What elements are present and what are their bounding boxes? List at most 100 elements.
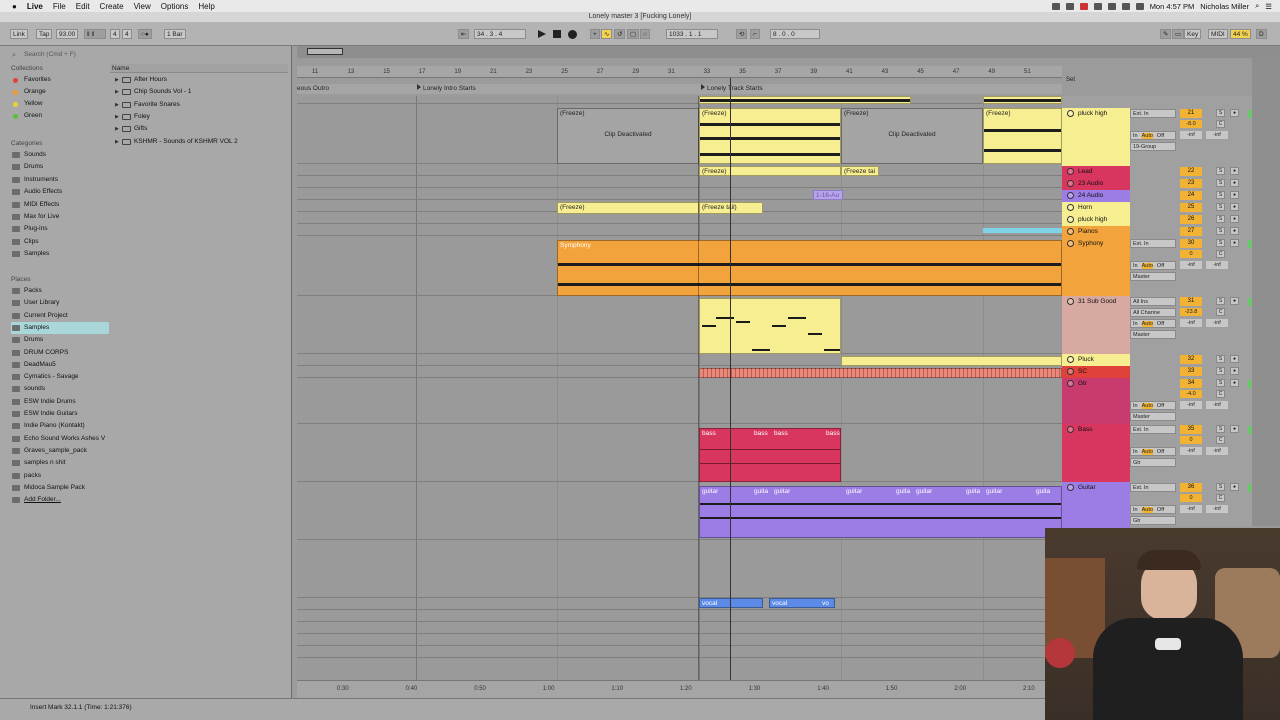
track-activator[interactable]: 22	[1180, 167, 1202, 176]
volume-field[interactable]: -4.0	[1180, 390, 1202, 398]
input-type-select[interactable]: Ext. In	[1130, 425, 1176, 434]
input-type-select[interactable]: Ext. In	[1130, 239, 1176, 248]
pan-knob[interactable]: C	[1216, 390, 1225, 398]
output-routing-select[interactable]: 19-Group	[1130, 142, 1176, 151]
loop-length-field[interactable]: 8 . 0 . 0	[770, 29, 820, 39]
automation-arm-button[interactable]: ∿	[601, 29, 613, 39]
arm-button[interactable]: ●	[1230, 355, 1239, 363]
output-routing-select[interactable]: Master	[1130, 330, 1176, 339]
track-activator[interactable]: 24	[1180, 191, 1202, 200]
fold-button-icon[interactable]	[1067, 180, 1074, 187]
send-level[interactable]: -inf	[1180, 447, 1202, 455]
input-type-select[interactable]: Ext. In	[1130, 483, 1176, 492]
category-sounds[interactable]: Sounds	[11, 149, 109, 161]
monitor-off[interactable]: Off	[1157, 403, 1164, 409]
fold-button-icon[interactable]	[1067, 426, 1074, 433]
pan-knob[interactable]: C	[1216, 308, 1225, 316]
menu-options[interactable]: Options	[156, 2, 194, 11]
track-header[interactable]: Pianos	[1062, 226, 1130, 238]
clip-guitar[interactable]: guitar guita guitar guitar guita guitar …	[699, 486, 1062, 538]
loop-start-field[interactable]: 1033 . 1 . 1	[666, 29, 718, 39]
track-header[interactable]: pluck high	[1062, 214, 1130, 226]
place-item[interactable]: samples n shit	[11, 457, 109, 469]
clip-deactivated-1[interactable]: (Freeze) Clip Deactivated	[557, 108, 699, 164]
disclosure-triangle-icon[interactable]: ▶	[115, 123, 119, 135]
track-name[interactable]: 23 Audio	[1078, 180, 1103, 187]
track-activator[interactable]: 36	[1180, 483, 1202, 492]
monitor-auto[interactable]: Auto	[1141, 449, 1153, 455]
solo-button[interactable]: S	[1216, 109, 1225, 117]
locator-intro[interactable]: Lonely Intro Starts	[417, 84, 476, 94]
track-header[interactable]: Pluck	[1062, 354, 1130, 366]
track-header[interactable]: SC	[1062, 366, 1130, 378]
track-name[interactable]: Lead	[1078, 168, 1092, 175]
place-item[interactable]: Add Folder...	[11, 494, 109, 506]
fold-button-icon[interactable]	[1067, 380, 1074, 387]
monitor-in[interactable]: In	[1133, 449, 1138, 455]
track-activator[interactable]: 30	[1180, 239, 1202, 248]
midi-map-button[interactable]: MIDI	[1208, 29, 1228, 39]
clip-freeze-1[interactable]: (Freeze)	[699, 108, 841, 164]
place-item[interactable]: User Library	[11, 297, 109, 309]
volume-field[interactable]: 0	[1180, 250, 1202, 258]
session-record-button[interactable]: ○	[640, 29, 650, 39]
pan-knob[interactable]: C	[1216, 120, 1225, 128]
disclosure-triangle-icon[interactable]: ▶	[115, 111, 119, 123]
monitor-auto[interactable]: Auto	[1141, 321, 1153, 327]
place-item[interactable]: ESW Indie Drums	[11, 396, 109, 408]
category-audio-effects[interactable]: Audio Effects	[11, 186, 109, 198]
menu-file[interactable]: File	[48, 2, 71, 11]
pan-knob[interactable]: C	[1216, 436, 1225, 444]
solo-button[interactable]: S	[1216, 483, 1225, 491]
place-item[interactable]: ESW Indie Guitars	[11, 408, 109, 420]
fold-button-icon[interactable]	[1067, 192, 1074, 199]
track-header[interactable]: pluck high	[1062, 108, 1130, 170]
arrangement-overview[interactable]	[297, 46, 1280, 58]
solo-button[interactable]: S	[1216, 425, 1225, 433]
monitor-off[interactable]: Off	[1157, 263, 1164, 269]
track-header[interactable]: Lead	[1062, 166, 1130, 178]
app-icon[interactable]	[1093, 2, 1102, 10]
place-item[interactable]: DRUM CORPS	[11, 347, 109, 359]
notification-icon[interactable]: ☰	[1265, 2, 1272, 11]
menu-view[interactable]: View	[129, 2, 156, 11]
clip-symphony[interactable]: Symphony	[557, 240, 1062, 296]
scroll-column[interactable]	[1252, 58, 1280, 526]
capture-button[interactable]: ▢	[627, 29, 640, 39]
tempo-field[interactable]: 93.00	[56, 29, 79, 39]
monitor-in[interactable]: In	[1133, 507, 1138, 513]
place-item[interactable]: packs	[11, 470, 109, 482]
place-item[interactable]: Samples	[11, 321, 109, 334]
input-channel-select[interactable]: All Channe	[1130, 308, 1176, 317]
quantize-menu[interactable]: 1 Bar	[164, 29, 186, 39]
browser-folder-item[interactable]: ▶ After Hours	[112, 74, 288, 86]
follow-button[interactable]: ⇤	[458, 29, 470, 39]
monitor-off[interactable]: Off	[1157, 507, 1164, 513]
track-activator[interactable]: 35	[1180, 425, 1202, 434]
monitor-off[interactable]: Off	[1157, 133, 1164, 139]
clip-sub-good-midi[interactable]	[699, 298, 841, 354]
bluetooth-icon[interactable]	[1107, 2, 1116, 10]
key-map-button[interactable]: Key	[1184, 29, 1202, 39]
collection-yellow[interactable]: Yellow	[11, 98, 109, 110]
solo-button[interactable]: S	[1216, 297, 1225, 305]
tap-tempo-button[interactable]: Tap	[36, 29, 53, 39]
fold-button-icon[interactable]	[1067, 240, 1074, 247]
arm-button[interactable]: ●	[1230, 203, 1239, 211]
track-name[interactable]: pluck high	[1078, 216, 1107, 223]
track-name[interactable]: SC	[1078, 368, 1087, 375]
arm-button[interactable]: ●	[1230, 227, 1239, 235]
monitor-in[interactable]: In	[1133, 321, 1138, 327]
record-icon[interactable]	[1079, 2, 1088, 10]
volume-field[interactable]: 0	[1180, 494, 1202, 502]
track-header[interactable]: Horn	[1062, 202, 1130, 214]
solo-button[interactable]: S	[1216, 167, 1225, 175]
spotlight-icon[interactable]: ⌕	[1255, 1, 1259, 11]
locator-outro[interactable]: eous Outro	[297, 84, 329, 94]
clip-pluck[interactable]	[841, 356, 1062, 366]
disclosure-triangle-icon[interactable]: ▶	[115, 86, 119, 98]
solo-button[interactable]: S	[1216, 215, 1225, 223]
fold-button-icon[interactable]	[1067, 216, 1074, 223]
clip-horn-freeze-tail[interactable]: (Freeze tail)	[699, 202, 763, 214]
track-activator[interactable]: 34	[1180, 379, 1202, 388]
